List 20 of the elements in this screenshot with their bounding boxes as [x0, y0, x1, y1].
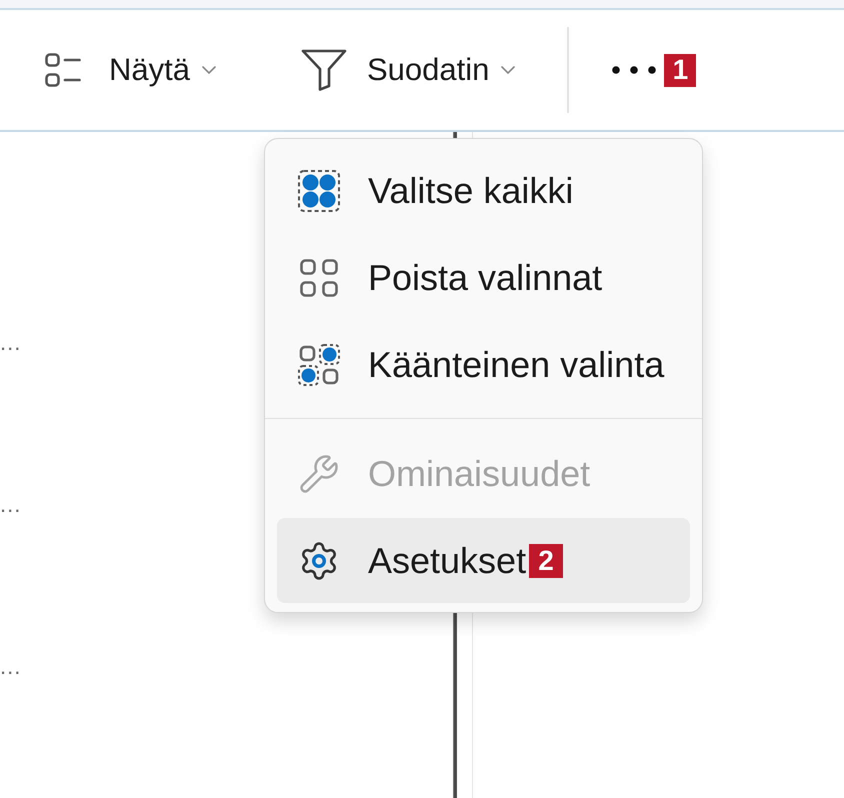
more-icon	[612, 66, 656, 74]
menu-item[interactable]: Asetukset 2	[277, 518, 690, 603]
menu-item[interactable]: Käänteinen valinta	[277, 322, 690, 407]
menu-item[interactable]: Valitse kaikki	[277, 148, 690, 233]
truncated-text: ...	[0, 655, 22, 679]
truncated-text: ...	[0, 493, 22, 517]
wrench-icon	[298, 452, 340, 494]
list-icon	[45, 53, 81, 87]
squares-grid-icon	[300, 258, 338, 296]
menu-item[interactable]: Poista valinnat	[277, 235, 690, 320]
callout-badge: 2	[529, 544, 564, 578]
truncated-text: ...	[0, 331, 22, 355]
mixed-grid-icon	[298, 344, 340, 386]
chevron-down-icon	[202, 66, 216, 74]
chevron-down-icon	[501, 66, 516, 74]
dropdown-button[interactable]: Suodatin	[292, 41, 524, 99]
dots-grid-icon	[298, 170, 340, 212]
dropdown-button[interactable]: Näytä	[37, 44, 224, 96]
callout-badge: 1	[664, 54, 696, 86]
filter-icon	[300, 49, 347, 91]
